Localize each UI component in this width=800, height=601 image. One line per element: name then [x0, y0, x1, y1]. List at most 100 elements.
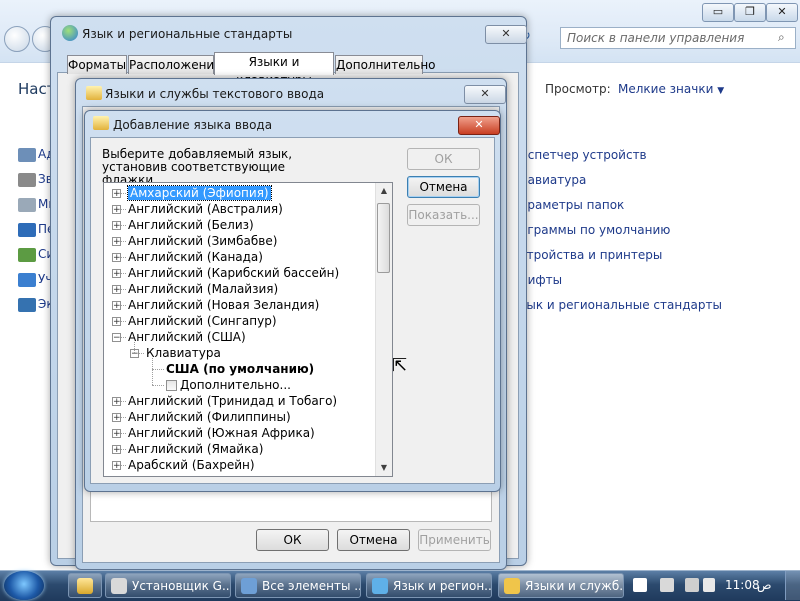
expand-icon[interactable]: +: [112, 397, 121, 407]
control-panel-item-icon[interactable]: [18, 223, 36, 237]
view-label: Просмотр:: [545, 82, 611, 96]
control-panel-item-icon[interactable]: [18, 248, 36, 262]
expand-icon[interactable]: +: [112, 301, 121, 311]
text-services-ok-button[interactable]: ОК: [256, 529, 329, 551]
taskbar-window-label: Все элементы ...: [262, 579, 361, 593]
control-panel-link[interactable]: ограммы по умолчанию: [520, 223, 670, 237]
tree-language-item[interactable]: Арабский (Бахрейн): [128, 457, 255, 473]
tree-language-item[interactable]: Английский (Малайзия): [128, 281, 278, 297]
control-panel-link[interactable]: лавиатура: [520, 173, 586, 187]
taskbar-window-button[interactable]: Все элементы ...: [235, 573, 361, 598]
volume-muted-icon[interactable]: [685, 578, 699, 592]
tab-formats[interactable]: Форматы: [67, 55, 127, 74]
chevron-down-icon: ▼: [717, 86, 725, 96]
expand-icon[interactable]: +: [112, 445, 121, 455]
tab-languages-keyboards[interactable]: Языки и клавиатуры: [214, 52, 334, 87]
tree-connector: [152, 369, 164, 370]
scroll-thumb[interactable]: [377, 203, 390, 273]
tree-item-label: Английский (Ямайка): [128, 442, 264, 456]
tree-language-item[interactable]: Английский (Белиз): [128, 217, 254, 233]
region-dialog-close-button[interactable]: ✕: [485, 25, 527, 44]
control-panel-link[interactable]: стройства и принтеры: [520, 248, 662, 262]
collapse-icon[interactable]: −: [112, 333, 121, 343]
tray-icon[interactable]: [703, 578, 715, 592]
start-button[interactable]: [4, 571, 44, 600]
control-panel-link[interactable]: испетчер устройств: [520, 148, 647, 162]
expand-icon[interactable]: +: [112, 317, 121, 327]
tab-advanced[interactable]: Дополнительно: [335, 55, 436, 74]
tree-language-item[interactable]: Английский (Австралия): [128, 201, 283, 217]
maximize-button[interactable]: ❐: [734, 3, 766, 22]
control-panel-item-icon[interactable]: [18, 298, 36, 312]
tree-language-item[interactable]: Английский (Новая Зеландия): [128, 297, 319, 313]
taskbar-window-button[interactable]: Языки и служб...: [498, 573, 624, 598]
text-services-apply-button[interactable]: Применить: [418, 529, 491, 551]
tree-scrollbar[interactable]: ▲ ▼: [375, 183, 392, 476]
expand-icon[interactable]: +: [112, 205, 121, 215]
tree-connector: [121, 449, 126, 450]
expand-icon[interactable]: +: [112, 189, 121, 199]
language-tree[interactable]: + Амхарский (Эфиопия) + Английский (Австрал…: [103, 182, 393, 477]
expand-icon[interactable]: +: [112, 285, 121, 295]
control-panel-link[interactable]: зык и региональные стандарты: [520, 298, 722, 312]
back-button[interactable]: [4, 26, 30, 52]
tree-item-label: Дополнительно...: [180, 378, 291, 392]
expand-icon[interactable]: +: [112, 269, 121, 279]
tree-connector: [121, 401, 126, 402]
tree-language-item[interactable]: Английский (Южная Африка): [128, 425, 315, 441]
close-window-button[interactable]: ✕: [766, 3, 798, 22]
tree-language-item[interactable]: Английский (Филиппины): [128, 409, 291, 425]
tree-language-item[interactable]: Английский (Тринидад и Тобаго): [128, 393, 337, 409]
tree-connector: [121, 257, 126, 258]
view-dropdown[interactable]: Мелкие значки ▼: [618, 82, 724, 96]
expand-icon[interactable]: +: [112, 429, 121, 439]
scroll-up-icon[interactable]: ▲: [376, 183, 392, 199]
control-panel-item-icon[interactable]: [18, 148, 36, 162]
tree-language-item[interactable]: Английский (Канада): [128, 249, 263, 265]
clock-time[interactable]: 11:08: [725, 578, 760, 592]
tree-language-item[interactable]: Английский (Карибский бассейн): [128, 265, 339, 281]
tree-language-item[interactable]: Английский (Ямайка): [128, 441, 263, 457]
tree-language-item[interactable]: Английский (Зимбабве): [128, 233, 277, 249]
taskbar-window-label: Установщик G...: [132, 579, 231, 593]
scroll-down-icon[interactable]: ▼: [376, 460, 392, 476]
network-icon[interactable]: [660, 578, 674, 592]
text-services-title: Языки и службы текстового ввода: [105, 87, 325, 101]
search-input[interactable]: Поиск в панели управления: [560, 27, 796, 49]
language-checkbox[interactable]: [166, 380, 177, 391]
mouse-cursor-icon: ⇱: [392, 355, 408, 376]
expand-icon[interactable]: +: [112, 221, 121, 231]
action-center-icon[interactable]: [633, 578, 647, 592]
control-panel-item-icon[interactable]: [18, 273, 36, 287]
add-language-ok-button[interactable]: ОК: [407, 148, 480, 170]
taskbar-window-button[interactable]: Язык и регион...: [366, 573, 492, 598]
tree-layout-item[interactable]: США (по умолчанию): [166, 361, 314, 377]
taskbar-window-button[interactable]: Установщик G...: [105, 573, 231, 598]
expand-icon[interactable]: +: [112, 413, 121, 423]
tree-connector: [121, 209, 126, 210]
expand-icon[interactable]: +: [112, 237, 121, 247]
tree-language-item[interactable]: Английский (США): [128, 329, 246, 345]
expand-icon[interactable]: +: [112, 461, 121, 471]
text-services-close-button[interactable]: ✕: [464, 85, 506, 104]
preview-button[interactable]: Показать...: [407, 204, 480, 226]
tree-item-label: Английский (Сингапур): [128, 314, 277, 328]
tree-layout-item[interactable]: Дополнительно...: [180, 377, 291, 393]
add-language-close-button[interactable]: ✕: [458, 116, 500, 135]
control-panel-link[interactable]: араметры папок: [520, 198, 624, 212]
tree-connector: [121, 433, 126, 434]
tree-keyboard-group[interactable]: Клавиатура: [146, 345, 221, 361]
control-panel-item-icon[interactable]: [18, 173, 36, 187]
tree-language-item[interactable]: Английский (Сингапур): [128, 313, 277, 329]
add-language-cancel-button[interactable]: Отмена: [407, 176, 480, 198]
show-desktop-button[interactable]: [785, 571, 800, 600]
explorer-pinned-button[interactable]: [68, 573, 102, 598]
tab-location[interactable]: Расположение: [128, 55, 222, 74]
minimize-button[interactable]: ▭: [702, 3, 734, 22]
expand-icon[interactable]: +: [112, 253, 121, 263]
tree-language-item[interactable]: Амхарский (Эфиопия): [127, 185, 272, 201]
text-services-cancel-button[interactable]: Отмена: [337, 529, 410, 551]
tree-connector: [121, 305, 126, 306]
control-panel-item-icon[interactable]: [18, 198, 36, 212]
search-icon[interactable]: ⌕: [778, 30, 785, 45]
